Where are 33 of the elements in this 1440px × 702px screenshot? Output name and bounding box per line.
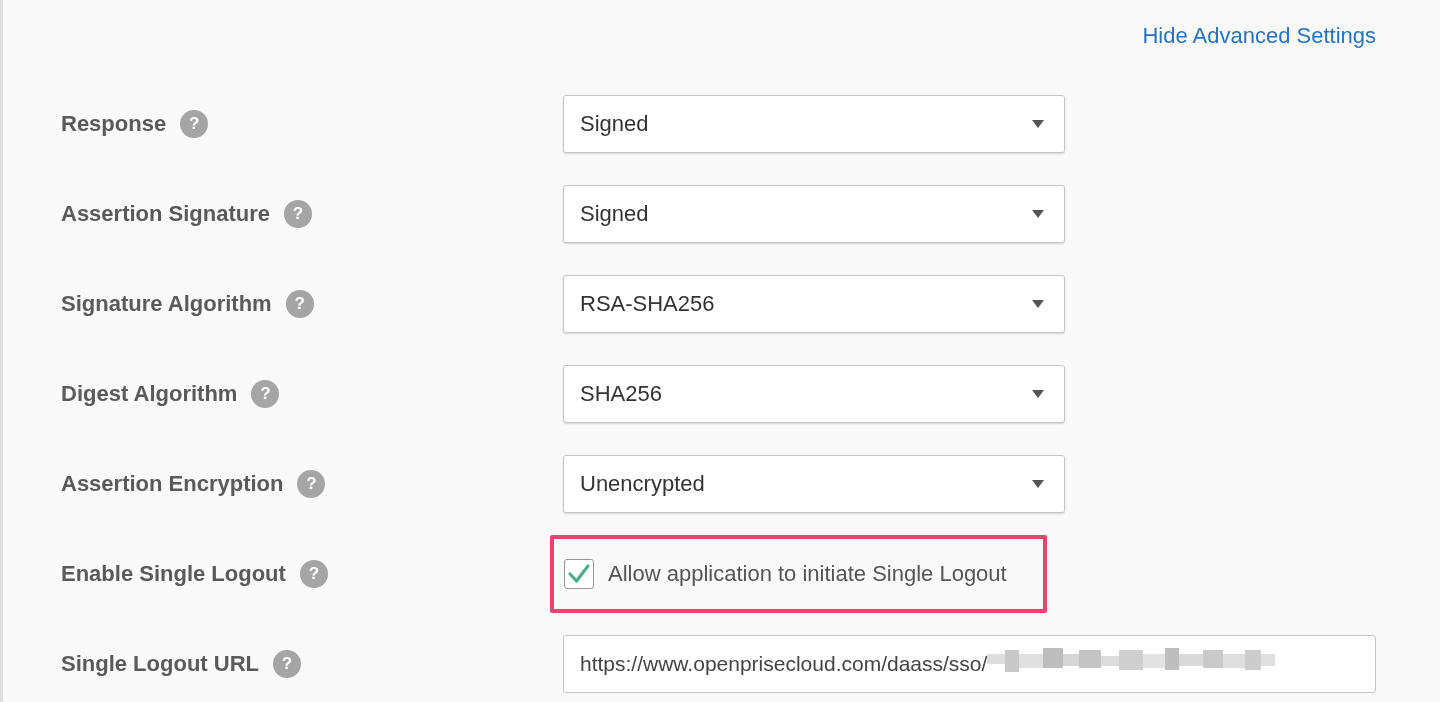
help-icon[interactable]: ?: [272, 650, 301, 678]
setting-label: Enable Single Logout: [61, 561, 286, 587]
setting-label: Response: [61, 111, 167, 137]
dropdown[interactable]: Signed: [563, 95, 1065, 153]
caret-icon: [1032, 390, 1044, 398]
caret-icon: [1032, 300, 1044, 308]
dropdown-value: Signed: [580, 201, 649, 227]
caret-icon: [1032, 210, 1044, 218]
help-icon[interactable]: ?: [284, 200, 313, 228]
help-icon[interactable]: ?: [251, 380, 280, 408]
setting-label: Assertion Signature: [61, 201, 271, 227]
checkbox-label: Allow application to initiate Single Logout: [608, 561, 1007, 587]
help-icon[interactable]: ?: [285, 290, 314, 318]
dropdown[interactable]: RSA-SHA256: [563, 275, 1065, 333]
dropdown[interactable]: Unencrypted: [563, 455, 1065, 513]
setting-label: Assertion Encryption: [61, 471, 284, 497]
dropdown[interactable]: Signed: [563, 185, 1065, 243]
dropdown-value: Signed: [580, 111, 649, 137]
caret-icon: [1032, 480, 1044, 488]
help-icon[interactable]: ?: [180, 110, 209, 138]
setting-label: Digest Algorithm: [61, 381, 238, 407]
dropdown-value: RSA-SHA256: [580, 291, 715, 317]
url-field[interactable]: https://www.openprisecloud.com/daass/sso/: [563, 635, 1376, 693]
dropdown-value: SHA256: [580, 381, 662, 407]
caret-icon: [1032, 120, 1044, 128]
dropdown-value: Unencrypted: [580, 471, 705, 497]
help-icon[interactable]: ?: [299, 560, 328, 588]
setting-label: Single Logout URL: [61, 651, 259, 677]
dropdown[interactable]: SHA256: [563, 365, 1065, 423]
hide-advanced-settings-link[interactable]: Hide Advanced Settings: [1142, 22, 1376, 49]
help-icon[interactable]: ?: [297, 470, 326, 498]
checkbox[interactable]: [564, 559, 594, 589]
setting-label: Signature Algorithm: [61, 291, 272, 317]
